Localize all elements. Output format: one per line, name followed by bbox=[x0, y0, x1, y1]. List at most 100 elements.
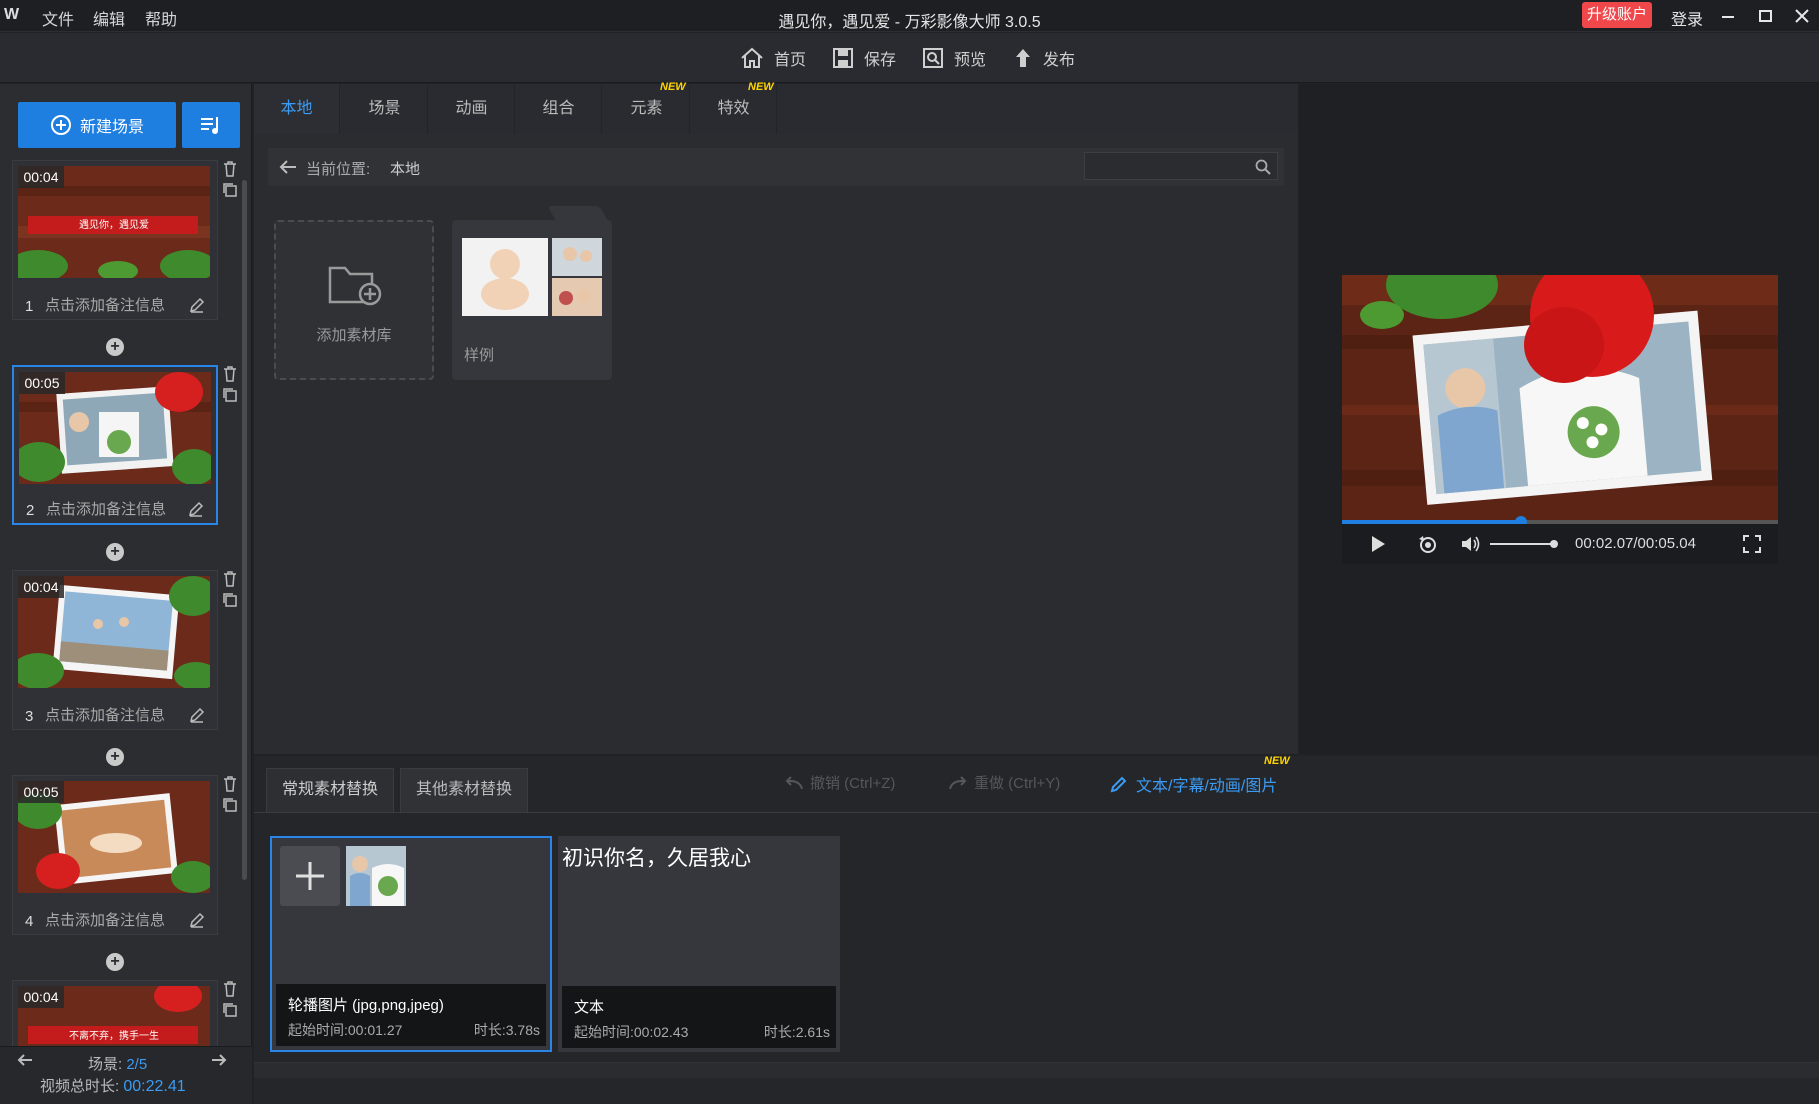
scene-card-5[interactable]: 不离不弃，携手一生 00:04 bbox=[12, 980, 218, 1046]
search-input[interactable] bbox=[1084, 152, 1278, 180]
plus-circle-icon bbox=[50, 114, 72, 136]
delete-icon[interactable] bbox=[222, 160, 240, 178]
tab-animation[interactable]: 动画 bbox=[429, 84, 515, 134]
redo-button[interactable]: 重做 (Ctrl+Y) bbox=[948, 772, 1060, 793]
folder-plus-icon bbox=[328, 260, 382, 306]
tab-combination[interactable]: 组合 bbox=[516, 84, 602, 134]
scene-card-2[interactable]: 00:05 2 点击添加备注信息 bbox=[12, 365, 218, 525]
sample-thumbnail-kids bbox=[552, 278, 602, 316]
edit-icon[interactable] bbox=[189, 912, 205, 928]
horizontal-scrollbar[interactable] bbox=[254, 1062, 1819, 1078]
play-icon[interactable] bbox=[1370, 535, 1386, 553]
scene-counter-label: 场景: bbox=[88, 1056, 123, 1073]
replace-card-slideshow[interactable]: 轮播图片 (jpg,png,jpeg) 起始时间:00:01.27 时长:3.7… bbox=[270, 836, 552, 1052]
delete-icon[interactable] bbox=[222, 980, 240, 998]
scene-note[interactable]: 点击添加备注信息 bbox=[45, 909, 165, 930]
scene-card-1[interactable]: 遇见你，遇见爱 00:04 1 点击添加备注信息 bbox=[12, 160, 218, 320]
copy-icon[interactable] bbox=[222, 387, 240, 403]
edit-icon[interactable] bbox=[189, 707, 205, 723]
replay-icon[interactable] bbox=[1417, 534, 1439, 554]
card-duration: 时长:2.61s bbox=[763, 1024, 830, 1040]
maximize-icon[interactable] bbox=[1753, 4, 1777, 28]
replacement-panel: 常规素材替换 其他素材替换 撤销 (Ctrl+Z) 重做 (Ctrl+Y) 文本… bbox=[254, 755, 1819, 1104]
slideshow-thumbnail[interactable] bbox=[346, 846, 406, 906]
undo-button[interactable]: 撤销 (Ctrl+Z) bbox=[784, 772, 895, 793]
preview-icon bbox=[922, 47, 944, 69]
main-toolbar: 首页 保存 预览 发布 bbox=[0, 33, 1819, 83]
scene-sidebar: 新建场景 遇见你，遇见爱 00:04 1 点击添加备注信息 + 00:05 2 … bbox=[0, 84, 252, 1104]
publish-label: 发布 bbox=[1043, 52, 1076, 69]
add-library-button[interactable]: 添加素材库 bbox=[274, 220, 434, 380]
preview-button[interactable]: 预览 bbox=[922, 45, 986, 71]
edit-icon[interactable] bbox=[189, 297, 205, 313]
prev-scene-icon[interactable] bbox=[16, 1053, 34, 1067]
text-preview: 初识你名，久居我心 bbox=[562, 846, 751, 870]
text-link-label: 文本/字幕/动画/图片 bbox=[1136, 778, 1278, 795]
scene-actions bbox=[222, 980, 240, 1018]
login-link[interactable]: 登录 bbox=[1671, 6, 1703, 30]
add-image-button[interactable] bbox=[280, 846, 340, 906]
minimize-icon[interactable] bbox=[1716, 4, 1740, 28]
scene-note[interactable]: 点击添加备注信息 bbox=[45, 704, 165, 725]
card-title: 文本 bbox=[574, 999, 605, 1016]
video-preview[interactable] bbox=[1342, 275, 1778, 521]
add-scene-icon[interactable]: + bbox=[106, 953, 124, 971]
delete-icon[interactable] bbox=[222, 775, 240, 793]
home-button[interactable]: 首页 bbox=[740, 45, 806, 71]
sidebar-scrollbar[interactable] bbox=[242, 180, 247, 880]
close-icon[interactable] bbox=[1790, 4, 1814, 28]
scene-index: 2 bbox=[26, 502, 35, 519]
new-scene-label: 新建场景 bbox=[79, 119, 144, 136]
add-scene-icon[interactable]: + bbox=[106, 338, 124, 356]
scene-index: 3 bbox=[25, 708, 34, 725]
volume-slider[interactable] bbox=[1490, 540, 1558, 548]
scene-note[interactable]: 点击添加备注信息 bbox=[45, 294, 165, 315]
edit-icon[interactable] bbox=[188, 501, 204, 517]
text-subtitle-animation-link[interactable]: 文本/字幕/动画/图片 bbox=[1110, 772, 1277, 796]
replace-card-text[interactable]: 初识你名，久居我心 文本 起始时间:00:02.43 时长:2.61s bbox=[558, 836, 840, 1052]
tab-scenes[interactable]: 场景 bbox=[342, 84, 428, 134]
new-scene-button[interactable]: 新建场景 bbox=[18, 102, 176, 148]
scene-note[interactable]: 点击添加备注信息 bbox=[46, 498, 166, 519]
add-scene-icon[interactable]: + bbox=[106, 748, 124, 766]
tab-local[interactable]: 本地 bbox=[254, 84, 340, 134]
card-duration: 时长:3.78s bbox=[473, 1022, 540, 1038]
sample-folder[interactable]: 样例 bbox=[452, 206, 612, 380]
material-browser: 当前位置: 本地 添加素材库 样例 bbox=[254, 134, 1298, 754]
copy-icon[interactable] bbox=[222, 182, 240, 198]
scene-duration: 00:04 bbox=[18, 576, 64, 598]
total-duration-value: 00:22.41 bbox=[123, 1078, 186, 1095]
back-arrow-icon[interactable] bbox=[278, 159, 298, 175]
tab-other-replace[interactable]: 其他素材替换 bbox=[400, 768, 528, 812]
add-scene-icon[interactable]: + bbox=[106, 543, 124, 561]
window-title: 遇见你，遇见爱 - 万彩影像大师 3.0.5 bbox=[778, 14, 1041, 31]
scene-card-3[interactable]: 00:04 3 点击添加备注信息 bbox=[12, 570, 218, 730]
scene-music-button[interactable] bbox=[182, 102, 240, 148]
tab-regular-replace[interactable]: 常规素材替换 bbox=[266, 768, 394, 812]
copy-icon[interactable] bbox=[222, 797, 240, 813]
copy-icon[interactable] bbox=[222, 1002, 240, 1018]
volume-icon[interactable] bbox=[1460, 534, 1482, 554]
copy-icon[interactable] bbox=[222, 592, 240, 608]
save-button[interactable]: 保存 bbox=[832, 45, 896, 71]
upload-icon bbox=[1013, 47, 1033, 69]
folder-tab bbox=[547, 206, 609, 222]
save-icon bbox=[832, 47, 854, 69]
search-icon[interactable] bbox=[1255, 159, 1271, 175]
delete-icon[interactable] bbox=[222, 570, 240, 588]
location-value[interactable]: 本地 bbox=[390, 158, 420, 179]
delete-icon[interactable] bbox=[222, 365, 240, 383]
card-caption: 轮播图片 (jpg,png,jpeg) 起始时间:00:01.27 时长:3.7… bbox=[276, 984, 546, 1046]
publish-button[interactable]: 发布 bbox=[1013, 45, 1075, 71]
scene-card-4[interactable]: 00:05 4 点击添加备注信息 bbox=[12, 775, 218, 935]
scene-duration: 00:05 bbox=[18, 781, 64, 803]
save-label: 保存 bbox=[864, 52, 897, 69]
scene-caption: 不离不弃，携手一生 bbox=[69, 1031, 159, 1042]
undo-icon bbox=[784, 775, 804, 791]
home-label: 首页 bbox=[774, 52, 807, 69]
upgrade-account-button[interactable]: 升级账户 bbox=[1582, 2, 1652, 28]
fullscreen-icon[interactable] bbox=[1742, 534, 1762, 554]
next-scene-icon[interactable] bbox=[210, 1053, 228, 1067]
plus-icon bbox=[296, 862, 324, 890]
volume-handle[interactable] bbox=[1550, 540, 1558, 548]
